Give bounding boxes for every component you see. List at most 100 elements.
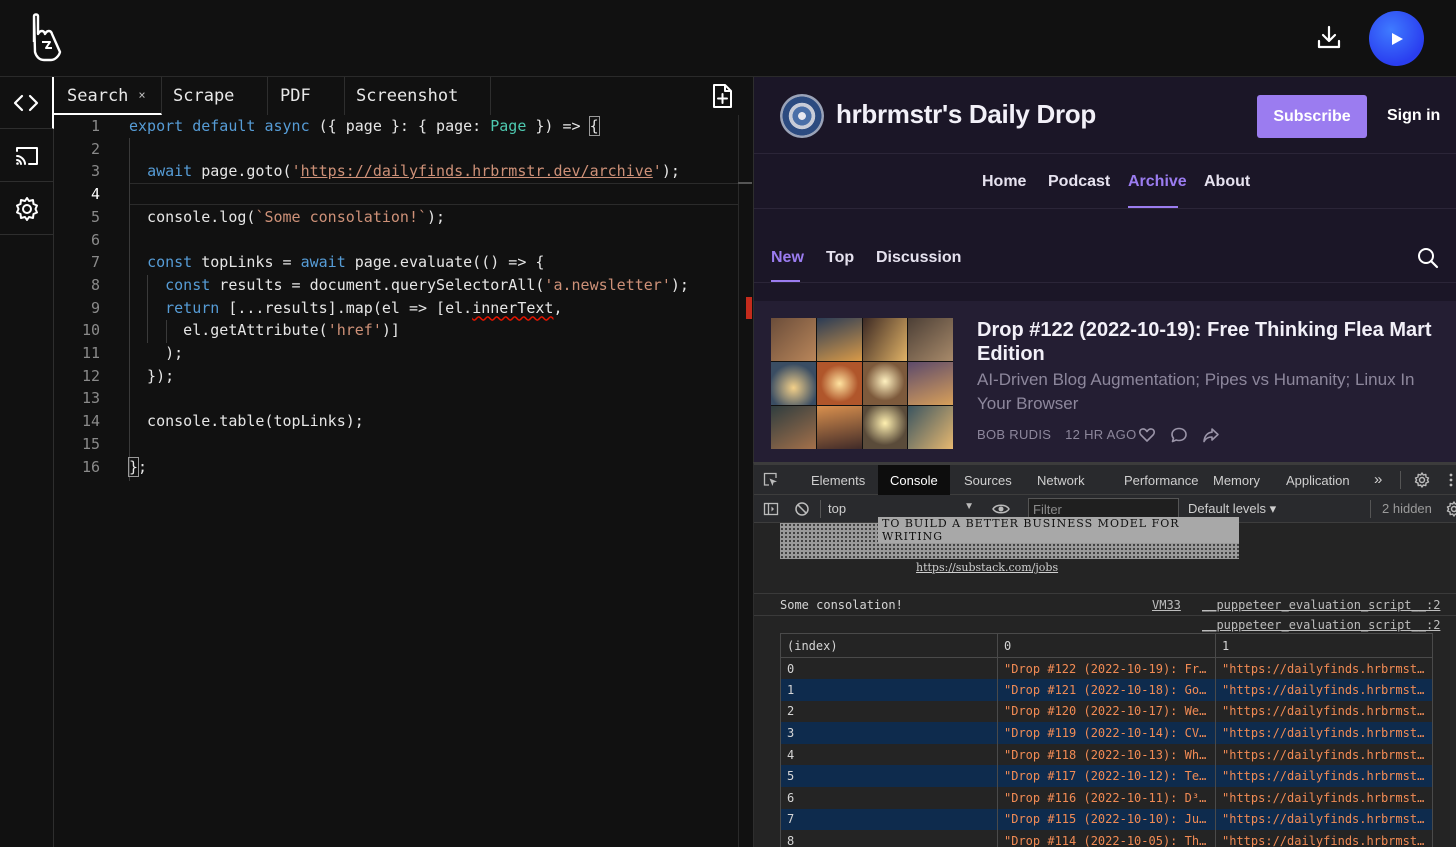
context-select[interactable]: top ▼ xyxy=(828,501,974,516)
table-cell: "Drop #116 (2022-10-11): D³… xyxy=(997,787,1216,809)
nav-home[interactable]: Home xyxy=(982,173,1026,191)
table-row[interactable]: 8 "Drop #114 (2022-10-05): Th… "https://da… xyxy=(780,830,1433,847)
tab-pdf[interactable]: PDF xyxy=(268,77,345,115)
table-row[interactable]: 2 "Drop #120 (2022-10-17): We… "https://da… xyxy=(780,700,1433,723)
table-row[interactable]: 0 "Drop #122 (2022-10-19): Fr… "https://da… xyxy=(780,657,1433,680)
divider xyxy=(1370,500,1371,518)
download-button[interactable] xyxy=(1312,20,1346,54)
devtools-tab-console[interactable]: Console xyxy=(878,465,950,495)
tab-search[interactable]: Search × xyxy=(54,77,162,115)
console-log-row: Some consolation! VM33 __puppeteer_evalu… xyxy=(754,593,1456,615)
table-cell: "Drop #122 (2022-10-19): Fr… xyxy=(997,657,1216,680)
nav-podcast[interactable]: Podcast xyxy=(1048,173,1110,191)
rail-item-code[interactable] xyxy=(0,77,54,129)
clear-console-icon[interactable] xyxy=(794,501,810,517)
log-message: Some consolation! xyxy=(780,598,903,612)
nav-about[interactable]: About xyxy=(1204,173,1250,191)
devtools-tab-sources[interactable]: Sources xyxy=(964,465,1012,495)
table-source-script[interactable]: __puppeteer_evaluation_script__:2 xyxy=(1202,618,1440,632)
share-icon[interactable] xyxy=(1202,426,1220,444)
post-author[interactable]: BOB RUDIS xyxy=(977,427,1051,442)
devtools-more-tabs[interactable]: » xyxy=(1374,465,1382,495)
table-cell: "https://dailyfinds.hrbrmst… xyxy=(1215,808,1433,831)
rail-item-cast[interactable] xyxy=(0,130,54,182)
table-cell: 5 xyxy=(780,765,998,788)
filter-tab-discussion[interactable]: Discussion xyxy=(876,249,961,267)
devtools-tab-application[interactable]: Application xyxy=(1286,465,1350,495)
play-icon xyxy=(1391,32,1403,45)
tab-screenshot[interactable]: Screenshot xyxy=(345,77,491,115)
nav-archive[interactable]: Archive xyxy=(1128,173,1187,191)
table-cell: 6 xyxy=(780,787,998,809)
scroll-cursor-marker xyxy=(738,182,752,184)
devtools-tab-memory[interactable]: Memory xyxy=(1213,465,1260,495)
search-icon[interactable] xyxy=(1416,246,1440,270)
editor-scrollbar[interactable] xyxy=(738,115,752,847)
site-nav: Home Podcast Archive About xyxy=(754,154,1456,209)
subscribe-button[interactable]: Subscribe xyxy=(1257,95,1367,138)
table-cell: "Drop #117 (2022-10-12): Te… xyxy=(997,765,1216,788)
table-row[interactable]: 6 "Drop #116 (2022-10-11): D³… "https://da… xyxy=(780,787,1433,809)
table-row[interactable]: 5 "Drop #117 (2022-10-12): Te… "https://da… xyxy=(780,765,1433,788)
devtools-tab-elements[interactable]: Elements xyxy=(811,465,865,495)
table-cell: "https://dailyfinds.hrbrmst… xyxy=(1215,722,1433,744)
sign-in-link[interactable]: Sign in xyxy=(1387,107,1440,125)
console-table: (index) 0 1 0 "Drop #122 (2022-10-19): Fr… xyxy=(780,633,1433,847)
sidebar-toggle-icon[interactable] xyxy=(763,501,779,517)
heart-icon[interactable] xyxy=(1138,426,1156,444)
table-cell: "Drop #120 (2022-10-17): We… xyxy=(997,700,1216,723)
eye-icon[interactable] xyxy=(992,502,1010,516)
filter-tab-top[interactable]: Top xyxy=(826,249,854,267)
code-editor[interactable]: 1 export default async ({ page }: { page:… xyxy=(54,115,752,847)
archive-filter-tabs: New Top Discussion xyxy=(754,209,1456,283)
filter-tab-new[interactable]: New xyxy=(771,249,804,267)
file-plus-icon[interactable] xyxy=(708,82,736,110)
table-header[interactable]: 0 xyxy=(997,633,1216,658)
gear-icon[interactable] xyxy=(1414,472,1430,488)
divider xyxy=(1400,471,1401,489)
log-source-vm[interactable]: VM33 xyxy=(1152,598,1181,612)
run-button[interactable] xyxy=(1369,11,1424,66)
inspect-element-icon[interactable] xyxy=(763,472,779,488)
code-line: 2 xyxy=(90,139,100,158)
table-cell: "https://dailyfinds.hrbrmst… xyxy=(1215,679,1433,701)
devtools-tab-bar: Elements Console Sources Network Perform… xyxy=(754,465,1456,495)
site-title[interactable]: hrbrmstr's Daily Drop xyxy=(836,99,1096,130)
table-row[interactable]: 4 "Drop #118 (2022-10-13): Wh… "https://da… xyxy=(780,743,1433,766)
gear-icon[interactable] xyxy=(1446,501,1456,517)
table-cell: 1 xyxy=(780,679,998,701)
site-avatar[interactable] xyxy=(780,94,824,138)
table-header[interactable]: 1 xyxy=(1215,633,1433,658)
code-line: 11 ); xyxy=(81,344,184,362)
table-row[interactable]: 1 "Drop #121 (2022-10-18): Go… "https://da… xyxy=(780,679,1433,701)
post-thumbnail[interactable] xyxy=(771,318,953,449)
table-cell: 7 xyxy=(780,808,998,831)
table-cell: "https://dailyfinds.hrbrmst… xyxy=(1215,657,1433,680)
tab-scrape[interactable]: Scrape xyxy=(162,77,268,115)
divider xyxy=(820,500,821,518)
devtools-tab-network[interactable]: Network xyxy=(1037,465,1085,495)
error-marker xyxy=(746,297,752,319)
code-line: 7 const topLinks = await page.evaluate((… xyxy=(90,253,545,272)
post-meta: BOB RUDIS 12 HR AGO xyxy=(977,427,1136,442)
log-source-script[interactable]: __puppeteer_evaluation_script__:2 xyxy=(1202,598,1440,612)
table-cell: 0 xyxy=(780,657,998,680)
log-levels-select[interactable]: Default levels ▾ xyxy=(1188,501,1276,517)
console-table-row: __puppeteer_evaluation_script__:2 xyxy=(754,615,1456,633)
table-row[interactable]: 7 "Drop #115 (2022-10-10): Ju… "https://da… xyxy=(780,808,1433,831)
post-card[interactable]: Drop #122 (2022-10-19): Free Thinking Fl… xyxy=(754,301,1456,462)
tab-label: Search xyxy=(67,86,129,106)
post-title[interactable]: Drop #122 (2022-10-19): Free Thinking Fl… xyxy=(977,318,1447,366)
more-vertical-icon[interactable] xyxy=(1448,472,1454,488)
banner-link[interactable]: https://substack.com/jobs xyxy=(916,561,1058,574)
table-header[interactable]: (index) xyxy=(780,633,998,658)
sidebar-rail xyxy=(0,77,54,847)
table-cell: "Drop #118 (2022-10-13): Wh… xyxy=(997,743,1216,766)
rail-item-settings[interactable] xyxy=(0,183,54,235)
devtools-tab-performance[interactable]: Performance xyxy=(1124,465,1198,495)
table-row[interactable]: 3 "Drop #119 (2022-10-14): CV… "https://da… xyxy=(780,722,1433,744)
comment-icon[interactable] xyxy=(1170,426,1188,444)
table-cell: 8 xyxy=(780,830,998,847)
close-icon[interactable]: × xyxy=(138,88,145,102)
gear-icon xyxy=(16,196,38,221)
